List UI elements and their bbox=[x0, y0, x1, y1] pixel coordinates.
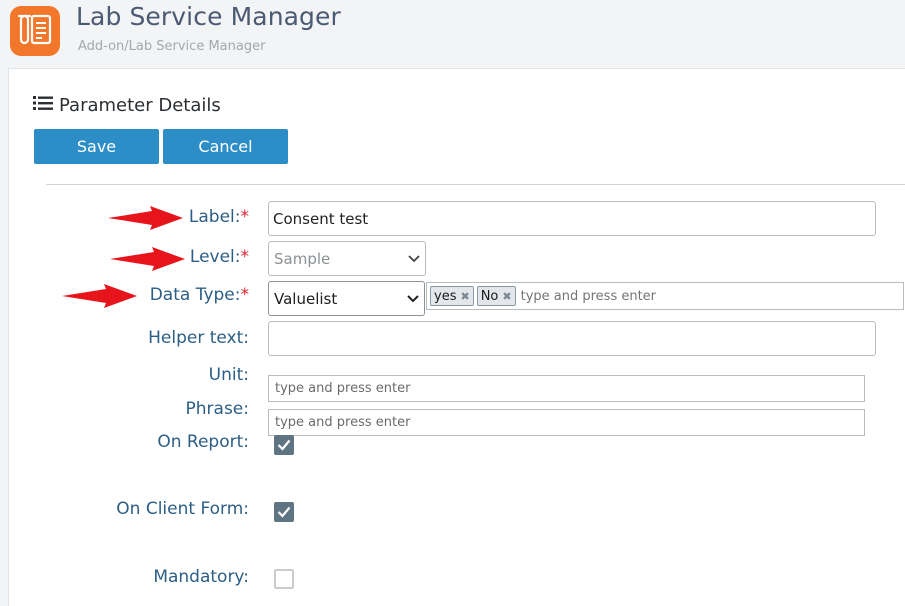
phrase-input[interactable]: type and press enter bbox=[268, 409, 865, 436]
phrase-field-label: Phrase: bbox=[185, 399, 249, 419]
tag-chip: No ✖ bbox=[476, 286, 516, 306]
on-report-checkbox[interactable] bbox=[274, 435, 294, 455]
mandatory-field-label: Mandatory: bbox=[153, 567, 249, 587]
breadcrumb[interactable]: Add-on/Lab Service Manager bbox=[78, 39, 265, 54]
remove-tag-icon[interactable]: ✖ bbox=[502, 290, 511, 303]
tag-label: yes bbox=[434, 288, 457, 304]
unit-input[interactable]: type and press enter bbox=[268, 375, 865, 402]
required-marker: * bbox=[240, 285, 250, 305]
helper-text-input[interactable] bbox=[268, 321, 876, 356]
app-header: Lab Service Manager Add-on/Lab Service M… bbox=[0, 0, 905, 68]
helper-text-field-label: Helper text: bbox=[148, 328, 249, 348]
check-icon bbox=[277, 506, 291, 518]
label-field-label: Label:* bbox=[188, 207, 250, 227]
app-title: Lab Service Manager bbox=[76, 2, 341, 31]
on-client-form-field-label: On Client Form: bbox=[116, 499, 249, 519]
on-report-field-label: On Report: bbox=[157, 432, 249, 452]
required-marker: * bbox=[240, 207, 250, 227]
data-type-select[interactable]: Valuelist bbox=[268, 281, 425, 316]
on-client-form-checkbox[interactable] bbox=[274, 502, 294, 522]
tag-entry-input[interactable] bbox=[520, 288, 721, 304]
level-field-label: Level:* bbox=[189, 247, 250, 267]
label-input[interactable]: Consent test bbox=[268, 201, 876, 236]
divider bbox=[46, 184, 905, 185]
remove-tag-icon[interactable]: ✖ bbox=[460, 290, 469, 303]
required-marker: * bbox=[240, 247, 250, 267]
section-header: Parameter Details bbox=[33, 94, 221, 116]
level-select-value: Sample bbox=[274, 249, 331, 268]
level-select[interactable]: Sample bbox=[268, 241, 426, 276]
data-type-select-value: Valuelist bbox=[274, 289, 338, 308]
cancel-button[interactable]: Cancel bbox=[163, 129, 288, 164]
mandatory-checkbox[interactable] bbox=[274, 569, 294, 589]
chevron-down-icon bbox=[408, 252, 420, 266]
data-type-field-label: Data Type:* bbox=[149, 285, 250, 305]
check-icon bbox=[277, 439, 291, 451]
tag-label: No bbox=[480, 288, 499, 304]
section-title: Parameter Details bbox=[59, 94, 221, 116]
save-button[interactable]: Save bbox=[34, 129, 159, 164]
valuelist-tags-input[interactable]: yes ✖ No ✖ bbox=[426, 282, 904, 310]
tag-chip: yes ✖ bbox=[430, 286, 474, 306]
unit-field-label: Unit: bbox=[208, 365, 249, 385]
chevron-down-icon bbox=[407, 292, 419, 306]
lab-document-icon bbox=[10, 6, 60, 56]
list-icon bbox=[33, 95, 53, 115]
